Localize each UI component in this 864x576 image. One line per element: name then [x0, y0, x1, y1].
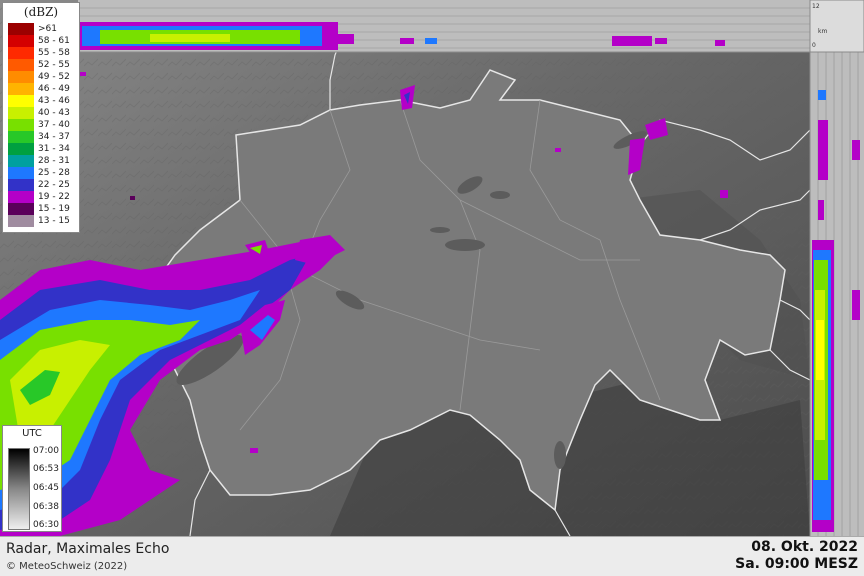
legend-swatch	[8, 167, 34, 179]
legend-label: 52 - 55	[38, 60, 70, 70]
legend-label: 34 - 37	[38, 132, 70, 142]
legend-entry: 31 - 34	[8, 143, 78, 155]
utc-title: UTC	[22, 428, 42, 439]
legend-label: 58 - 61	[38, 36, 70, 46]
legend-entry: 34 - 37	[8, 131, 78, 143]
legend-swatch	[8, 143, 34, 155]
legend-swatch	[8, 83, 34, 95]
legend-swatch	[8, 119, 34, 131]
legend-swatch	[8, 71, 34, 83]
date-label: 08. Okt. 2022	[751, 539, 858, 555]
top-profile-strip	[78, 0, 810, 52]
profile-km-label: km	[818, 28, 828, 35]
legend-swatch	[8, 155, 34, 167]
legend-label: 13 - 15	[38, 216, 70, 226]
legend-label: 37 - 40	[38, 120, 70, 130]
legend-swatch	[8, 215, 34, 227]
legend-label: 28 - 31	[38, 156, 70, 166]
legend-entry: 52 - 55	[8, 59, 78, 71]
radar-map	[0, 0, 864, 536]
legend-swatch	[8, 131, 34, 143]
copyright: © MeteoSchweiz (2022)	[6, 561, 128, 572]
legend-swatch	[8, 179, 34, 191]
legend-label: 22 - 25	[38, 180, 70, 190]
footer-bar: Radar, Maximales Echo © MeteoSchweiz (20…	[0, 536, 864, 576]
legend-label: 49 - 52	[38, 72, 70, 82]
utc-gradient-bar	[8, 448, 30, 530]
legend-entry: 22 - 25	[8, 179, 78, 191]
legend-swatch	[8, 191, 34, 203]
utc-legend: UTC 07:00 06:53 06:45 06:38 06:30	[2, 425, 62, 532]
legend-entry: 25 - 28	[8, 167, 78, 179]
time-label: Sa. 09:00 MESZ	[735, 556, 858, 572]
legend-entry: 55 - 58	[8, 47, 78, 59]
utc-label-0: 07:00	[33, 446, 59, 456]
legend-entry: >61	[8, 23, 78, 35]
legend-label: >61	[38, 24, 57, 34]
legend-label: 40 - 43	[38, 108, 70, 118]
legend-swatch	[8, 95, 34, 107]
product-title: Radar, Maximales Echo	[6, 541, 170, 557]
legend-entry: 43 - 46	[8, 95, 78, 107]
legend-entry: 49 - 52	[8, 71, 78, 83]
utc-label-4: 06:30	[33, 520, 59, 530]
profile-tick-0: 0	[812, 42, 816, 49]
legend-entry: 40 - 43	[8, 107, 78, 119]
legend-entry: 15 - 19	[8, 203, 78, 215]
legend-entry: 58 - 61	[8, 35, 78, 47]
legend-entry: 28 - 31	[8, 155, 78, 167]
legend-title: (dBZ)	[23, 5, 59, 19]
legend-entry: 19 - 22	[8, 191, 78, 203]
legend-swatch	[8, 107, 34, 119]
legend-label: 19 - 22	[38, 192, 70, 202]
legend-entry: 13 - 15	[8, 215, 78, 227]
legend-label: 46 - 49	[38, 84, 70, 94]
legend-label: 25 - 28	[38, 168, 70, 178]
utc-label-3: 06:38	[33, 502, 59, 512]
utc-label-2: 06:45	[33, 483, 59, 493]
legend-swatch	[8, 203, 34, 215]
legend-label: 31 - 34	[38, 144, 70, 154]
legend-label: 43 - 46	[38, 96, 70, 106]
legend-entry: 46 - 49	[8, 83, 78, 95]
profile-tick-12: 12	[812, 3, 820, 10]
legend-swatch	[8, 59, 34, 71]
legend-entry: 37 - 40	[8, 119, 78, 131]
legend-label: 55 - 58	[38, 48, 70, 58]
legend-swatch	[8, 23, 34, 35]
right-profile-strip	[810, 0, 864, 536]
legend-swatch	[8, 47, 34, 59]
utc-label-1: 06:53	[33, 464, 59, 474]
dbz-legend: (dBZ) >61 58 - 61 55 - 58 52 - 55 49 - 52 46 …	[2, 2, 80, 233]
legend-label: 15 - 19	[38, 204, 70, 214]
legend-swatch	[8, 35, 34, 47]
